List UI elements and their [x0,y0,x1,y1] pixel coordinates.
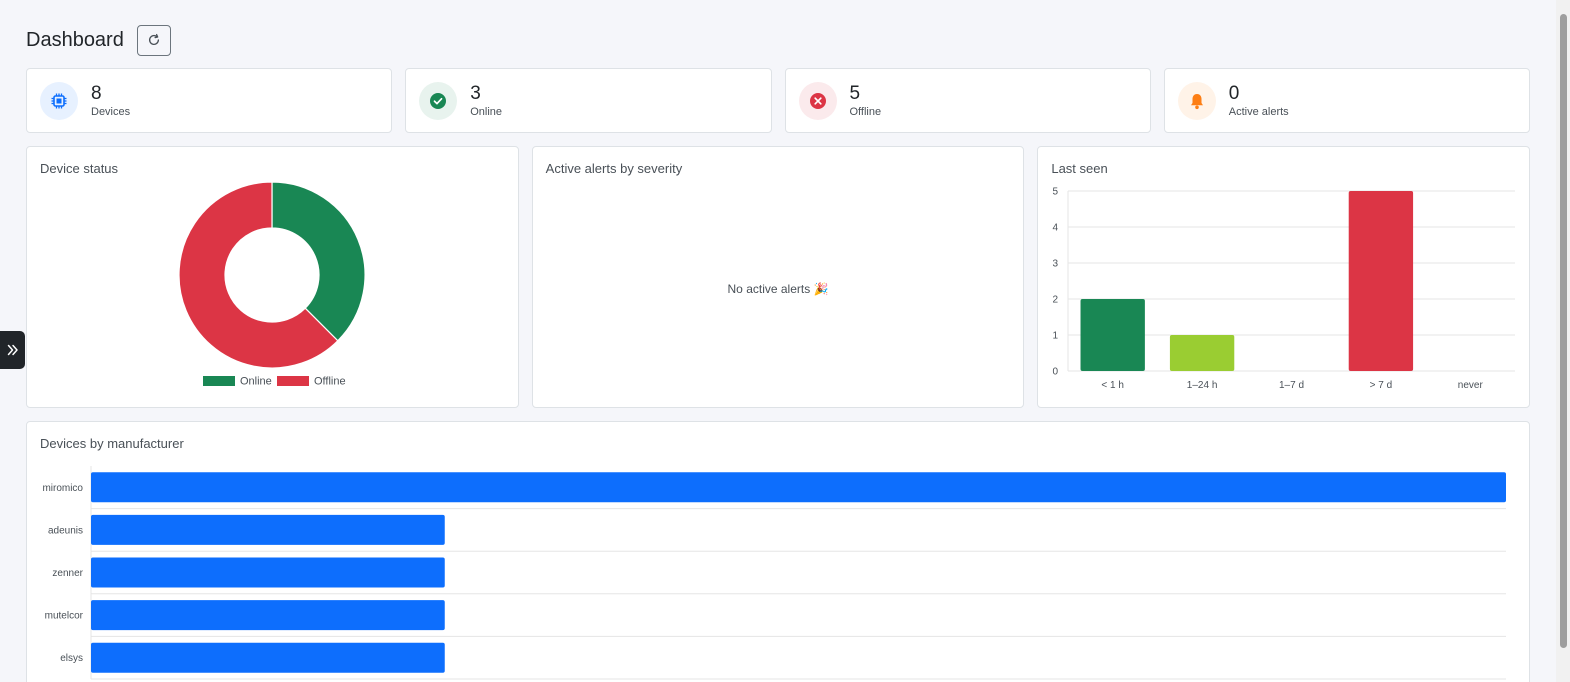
alerts-panel: Active alerts by severity No active aler… [531,146,1025,408]
stat-card-online: 3 Online [405,68,772,133]
stat-value: 8 [91,82,102,104]
stat-card-alerts: 0 Active alerts [1163,68,1530,133]
legend-label-online: Online [240,376,272,388]
category-label: adeunis [48,525,83,536]
stat-icon-wrap [1177,81,1216,120]
bar-1 [1170,335,1235,371]
x-tick-label: 1–7 d [1279,380,1304,391]
bar-0 [1080,299,1146,371]
panel-title: Active alerts by severity [545,161,683,176]
last-seen-panel: Last seen 0 1 2 3 4 5 < 1 h 1–24 h 1–7 d > 7 d nev… [1037,146,1531,408]
stat-value: 3 [470,82,481,104]
last-seen-chart: 0 1 2 3 4 5 < 1 h 1–24 h 1–7 d > 7 d never [1053,187,1516,391]
bell-icon [1190,93,1203,109]
stat-icon-wrap [40,81,78,120]
y-tick-label: 5 [1053,187,1059,198]
y-tick-label: 1 [1053,331,1059,342]
stat-label: Devices [91,105,131,118]
stat-card-offline: 5 Offline [784,68,1151,133]
x-tick-label: > 7 d [1370,380,1393,391]
bar-mutelcor [91,600,445,631]
category-label: miromico [42,483,83,494]
chart-panels: Device status Online Offline Active alert… [26,146,1531,408]
stat-text: 5 Offline [849,82,882,118]
y-tick-label: 0 [1053,367,1059,378]
stat-label: Offline [849,105,882,118]
y-tick-label: 3 [1053,259,1059,270]
x-tick-label: never [1458,380,1484,391]
legend-swatch-online [203,376,235,386]
bar-elsys [91,642,445,673]
manufacturer-panel: Devices by manufacturer miromico adeunis z… [26,421,1530,682]
legend-swatch-offline [277,376,309,386]
bar-3 [1349,191,1414,371]
stat-value: 5 [849,82,861,104]
category-label: elsys [60,653,83,664]
category-label: zenner [52,568,83,579]
refresh-button[interactable] [136,24,171,56]
stat-card-devices: 8 Devices [26,68,393,133]
stat-cards: 8 Devices 3 Online 5 Offline 0 Active al… [26,68,1530,133]
sidebar-toggle-button[interactable] [0,331,25,369]
pie-slice-online [271,181,366,342]
manufacturer-chart: miromico adeunis zenner mutelcor elsys [42,466,1506,680]
y-tick-label: 2 [1053,295,1059,306]
device-status-panel: Device status Online Offline [26,146,519,408]
page-header: Dashboard [26,24,171,56]
x-tick-label: 1–24 h [1187,380,1218,391]
check-circle-icon [430,92,447,109]
stat-icon-wrap [798,81,837,120]
stat-value: 0 [1228,82,1240,104]
stat-text: 8 Devices [91,82,131,118]
x-tick-label: < 1 h [1102,380,1125,391]
scrollbar-thumb[interactable] [1560,14,1567,648]
refresh-icon [148,33,159,45]
device-status-chart: Online Offline [178,181,366,388]
category-label: mutelcor [45,611,84,622]
chip-icon [51,93,67,108]
empty-alerts-message: No active alerts 🎉 [727,282,829,296]
stat-label: Active alerts [1228,105,1289,118]
bar-zenner [91,557,445,588]
bar-miromico [91,472,1506,503]
stat-icon-wrap [419,81,458,120]
stat-label: Online [470,105,503,118]
y-tick-label: 4 [1053,223,1059,234]
stat-text: 0 Active alerts [1228,82,1289,118]
bar-adeunis [91,514,445,545]
x-circle-icon [809,92,826,109]
legend-label-offline: Offline [314,376,346,388]
chevron-double-right-icon [7,344,18,356]
page-title: Dashboard [26,28,124,51]
stat-text: 3 Online [470,82,503,118]
page-scrollbar[interactable] [1556,0,1570,682]
